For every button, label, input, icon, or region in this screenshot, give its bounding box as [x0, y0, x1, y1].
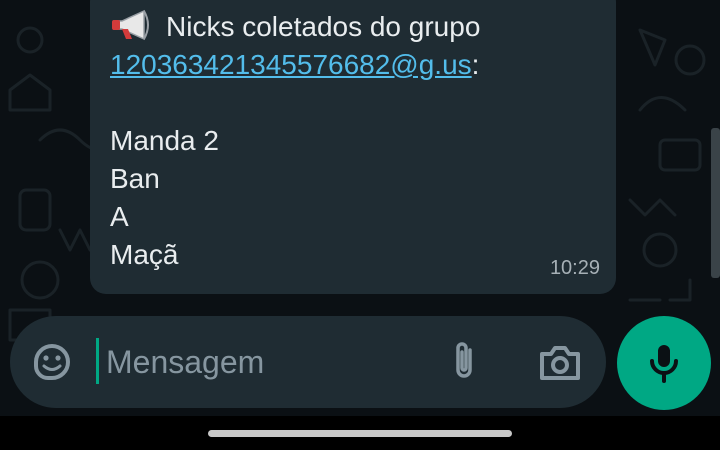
sticker-icon[interactable] — [30, 340, 74, 384]
paperclip-icon[interactable] — [446, 338, 482, 384]
message-timestamp: 10:29 — [549, 257, 600, 279]
group-id-line: 120363421345576682@g.us: — [110, 46, 480, 84]
loudspeaker-emoji-icon — [112, 9, 149, 41]
nick-item: Ban — [110, 163, 160, 194]
group-id-link[interactable]: 120363421345576682@g.us — [110, 49, 472, 80]
system-navigation-bar — [0, 416, 720, 450]
message-input[interactable]: Mensagem — [106, 340, 264, 384]
message-header-text: Nicks coletados do grupo — [166, 11, 481, 42]
message-bubble[interactable]: Nicks coletados do grupo 120363421345576… — [90, 0, 616, 294]
microphone-button[interactable] — [617, 316, 711, 410]
camera-icon[interactable] — [538, 340, 582, 384]
nick-item: Manda 2 — [110, 125, 219, 156]
message-text: Nicks coletados do grupo 120363421345576… — [110, 8, 480, 274]
group-id-suffix: : — [471, 49, 480, 80]
message-header-line: Nicks coletados do grupo — [110, 8, 480, 46]
scrollbar[interactable] — [711, 128, 720, 278]
nick-item: A — [110, 201, 129, 232]
nick-item: Maçã — [110, 239, 179, 270]
home-gesture-bar[interactable] — [208, 430, 512, 437]
microphone-icon — [650, 345, 678, 383]
message-composer: Mensagem — [10, 316, 606, 408]
text-caret — [96, 338, 99, 384]
